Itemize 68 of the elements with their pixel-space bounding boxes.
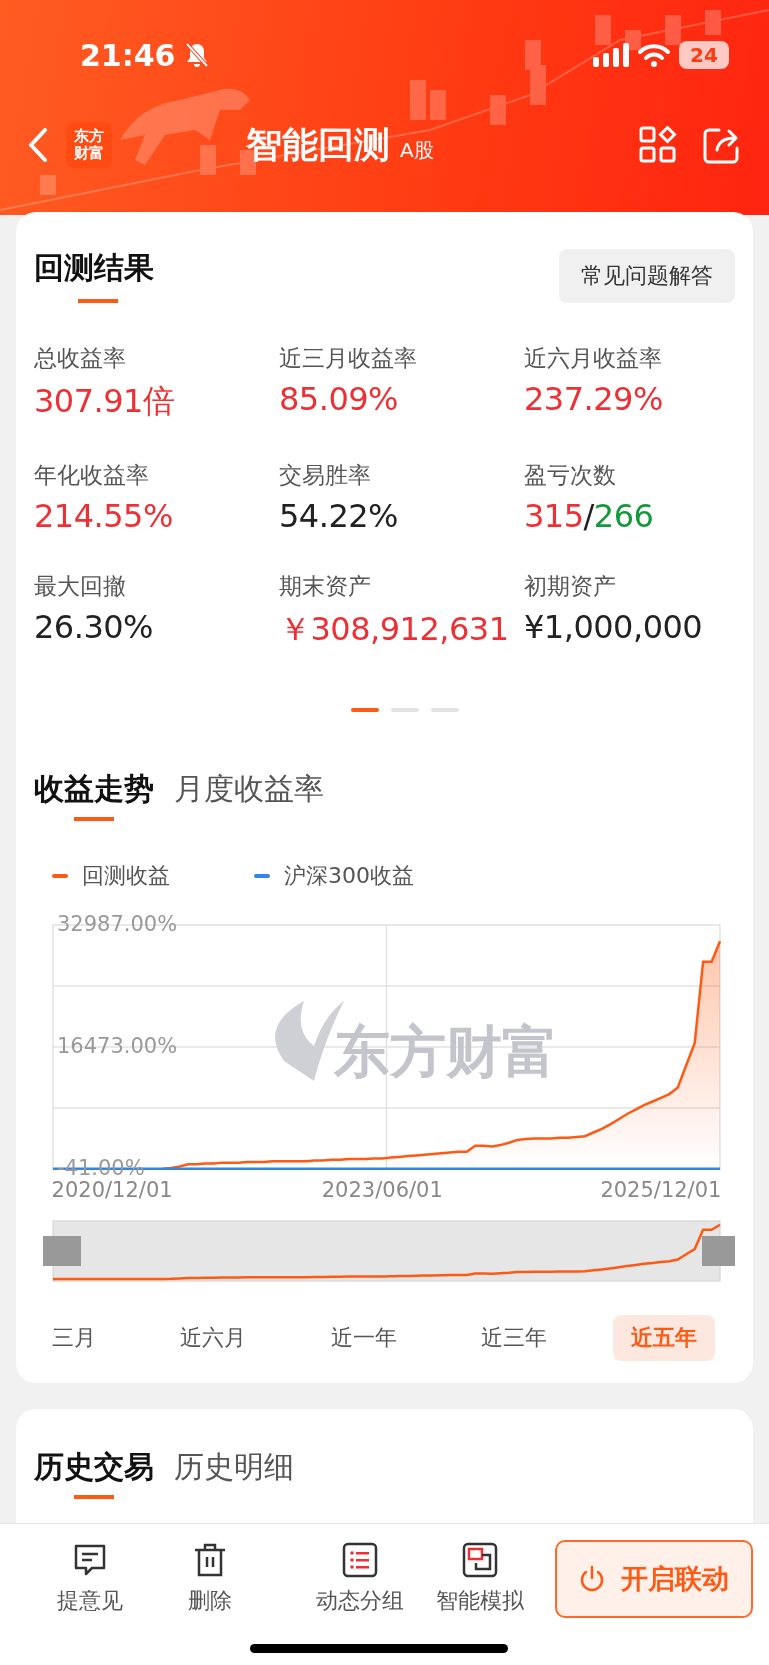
simulate-icon — [462, 1542, 498, 1578]
candlestick — [410, 80, 426, 120]
battery-icon: 24 — [679, 41, 729, 69]
market-label: A股 — [400, 136, 434, 164]
axis-tick-label: 2020/12/01 — [51, 1178, 173, 1201]
axis-tick-label: 32987.00% — [57, 912, 178, 936]
signal-icon — [593, 43, 629, 67]
status-time: 21:46 — [80, 37, 176, 73]
candlestick — [40, 175, 56, 195]
stat-label: 近三月收益率 — [279, 344, 418, 373]
power-icon — [579, 1565, 605, 1593]
feedback-icon — [72, 1542, 108, 1578]
period-tab[interactable]: 近一年 — [312, 1315, 415, 1361]
watermark: 东方财富 — [275, 1001, 558, 1084]
legend-item[interactable]: 沪深300收益 — [254, 861, 414, 891]
delete-icon — [192, 1542, 228, 1578]
stat-value: 54.22% — [279, 497, 399, 535]
delete-button[interactable]: 删除 — [150, 1542, 270, 1616]
stat-value: 237.29% — [524, 380, 664, 418]
axis-tick-label: 16473.00% — [57, 1034, 178, 1058]
stat-value: ￥308,912,631 — [279, 609, 510, 650]
tab[interactable]: 历史明细 — [174, 1449, 294, 1499]
feedback-button[interactable]: 提意见 — [30, 1542, 150, 1616]
candlestick — [665, 15, 681, 45]
stat-value: 26.30% — [34, 608, 154, 646]
stat-label: 最大回撤 — [34, 572, 127, 601]
axis-tick-label: 2023/06/01 — [321, 1178, 443, 1201]
period-tab[interactable]: 近三年 — [462, 1315, 565, 1361]
stat-value: 307.91倍 — [34, 381, 176, 422]
stat-label: 近六月收益率 — [524, 344, 663, 373]
stat-value: 214.55% — [34, 497, 174, 535]
share-icon[interactable] — [703, 126, 741, 164]
legend-item[interactable]: 回测收益 — [52, 861, 170, 891]
range-handle[interactable] — [702, 1236, 735, 1266]
group-button[interactable]: 动态分组 — [300, 1542, 420, 1616]
stat-label: 盈亏次数 — [524, 461, 617, 490]
stat-label: 总收益率 — [34, 344, 127, 373]
stat-value: 85.09% — [279, 380, 399, 418]
candlestick — [525, 40, 541, 70]
axis-tick-label: 2025/12/01 — [600, 1178, 722, 1201]
grid-icon[interactable] — [639, 126, 677, 164]
page-title: 智能回测 — [246, 122, 390, 167]
range-handle[interactable] — [43, 1236, 81, 1266]
stat-value: ¥1,000,000 — [524, 608, 704, 646]
candlestick — [430, 90, 446, 120]
wifi-icon — [637, 43, 671, 67]
candlestick — [705, 10, 721, 35]
tab[interactable]: 收益走势 — [34, 771, 154, 821]
candlestick — [595, 15, 611, 45]
candlestick — [530, 65, 546, 105]
simulate-button[interactable]: 智能模拟 — [420, 1542, 540, 1616]
faq-button[interactable]: 常见问题解答 — [559, 248, 735, 303]
group-icon — [342, 1542, 378, 1578]
candlestick — [490, 95, 506, 125]
tab[interactable]: 月度收益率 — [174, 771, 324, 821]
stat-label: 年化收益率 — [34, 461, 150, 490]
app-logo: 东方 财富 — [66, 122, 112, 168]
back-icon[interactable] — [28, 128, 48, 162]
candlestick — [200, 145, 216, 175]
bell-muted-icon — [183, 41, 210, 69]
candlestick — [625, 30, 641, 50]
period-tab[interactable]: 近六月 — [162, 1315, 265, 1361]
stat-value: 315/266 — [524, 497, 655, 535]
stat-label: 期末资产 — [279, 572, 372, 601]
stat-label: 交易胜率 — [279, 461, 372, 490]
stat-label: 初期资产 — [524, 572, 617, 601]
tab[interactable]: 历史交易 — [34, 1449, 154, 1499]
period-tab[interactable]: 三月 — [34, 1315, 114, 1361]
